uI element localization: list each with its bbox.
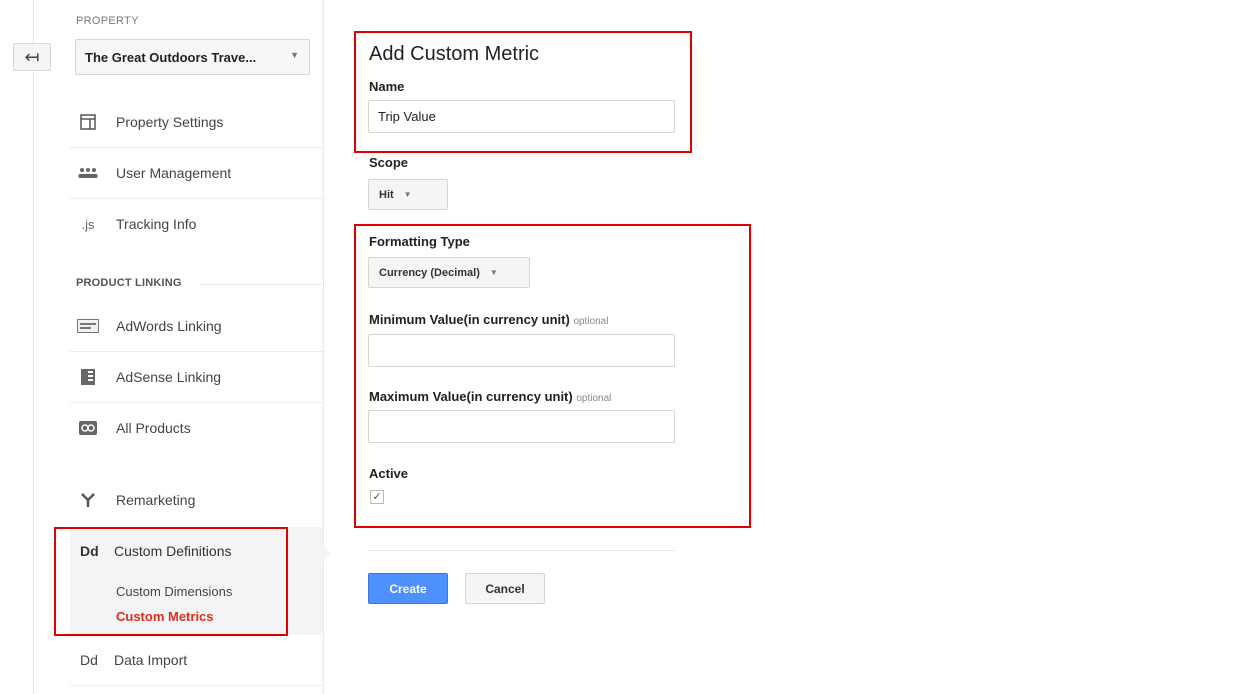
sidebar-item-label: AdWords Linking bbox=[116, 318, 222, 334]
link-icon bbox=[77, 421, 99, 435]
remarketing-icon bbox=[77, 492, 99, 508]
adwords-icon bbox=[77, 319, 99, 333]
data-import-icon: Dd bbox=[80, 652, 98, 668]
js-icon: .js bbox=[81, 216, 95, 232]
users-icon bbox=[77, 167, 99, 179]
sidebar-item-tracking-info[interactable]: .js Tracking Info bbox=[70, 199, 323, 249]
cancel-button[interactable]: Cancel bbox=[465, 573, 545, 604]
create-button[interactable]: Create bbox=[368, 573, 448, 604]
property-name: The Great Outdoors Trave... bbox=[85, 49, 257, 65]
sidebar-item-adwords-linking[interactable]: AdWords Linking bbox=[70, 301, 323, 351]
scope-dropdown[interactable]: Hit ▼ bbox=[368, 179, 448, 210]
property-selector[interactable]: The Great Outdoors Trave... ▼ bbox=[75, 39, 310, 75]
sidebar-item-label: AdSense Linking bbox=[116, 369, 222, 385]
sidebar-item-remarketing[interactable]: Remarketing bbox=[70, 475, 323, 525]
adsense-icon bbox=[77, 369, 99, 385]
highlight-box-formatting bbox=[354, 224, 751, 528]
back-button[interactable]: ↤ bbox=[13, 43, 51, 71]
highlight-box-nav bbox=[54, 527, 288, 636]
scope-value: Hit bbox=[379, 188, 394, 201]
back-arrow-icon: ↤ bbox=[24, 46, 40, 67]
product-linking-heading: PRODUCT LINKING bbox=[76, 277, 182, 289]
highlight-box-name bbox=[354, 31, 692, 153]
sidebar-item-label: Tracking Info bbox=[116, 216, 197, 232]
sidebar-item-label: Data Import bbox=[114, 652, 188, 668]
sidebar-item-label: Property Settings bbox=[116, 114, 224, 130]
sidebar-item-label: User Management bbox=[116, 165, 232, 181]
sidebar-item-all-products[interactable]: All Products bbox=[70, 403, 323, 453]
sidebar-item-adsense-linking[interactable]: AdSense Linking bbox=[70, 352, 323, 402]
property-label: PROPERTY bbox=[76, 15, 139, 27]
window-icon bbox=[77, 114, 99, 130]
sidebar-item-label: Remarketing bbox=[116, 492, 196, 508]
sidebar-item-property-settings[interactable]: Property Settings bbox=[70, 97, 323, 147]
sidebar-item-data-import[interactable]: Dd Data Import bbox=[80, 652, 187, 668]
scope-label: Scope bbox=[369, 155, 409, 170]
chevron-down-icon: ▼ bbox=[403, 190, 412, 199]
chevron-down-icon: ▼ bbox=[290, 50, 299, 60]
sidebar-item-label: All Products bbox=[116, 420, 191, 436]
sidebar-item-user-management[interactable]: User Management bbox=[70, 148, 323, 198]
